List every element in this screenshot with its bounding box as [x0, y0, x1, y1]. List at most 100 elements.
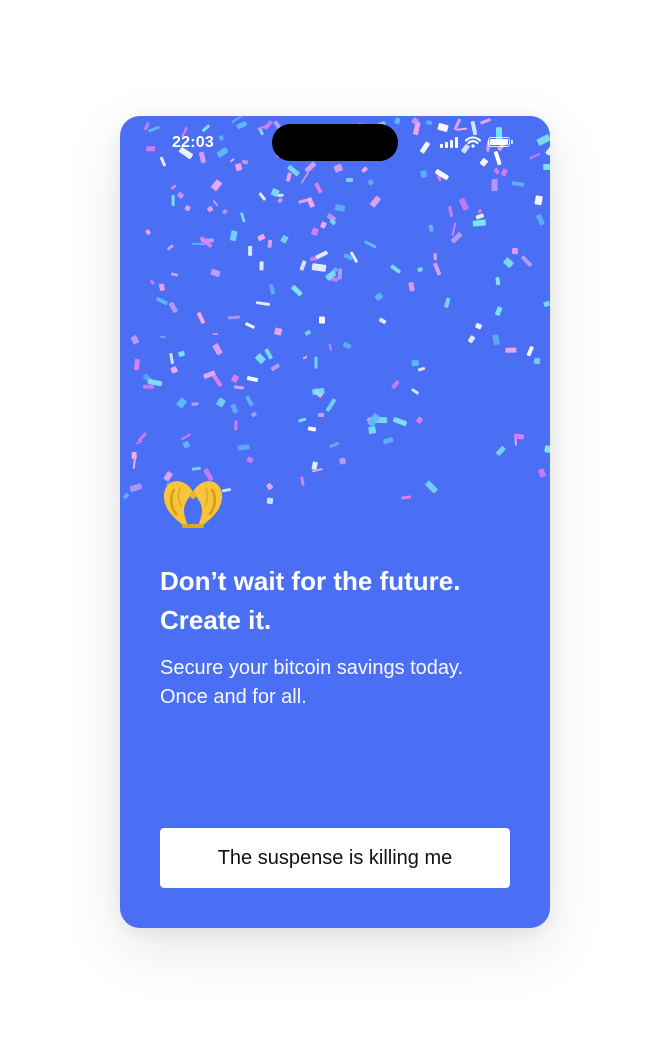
confetti-piece — [411, 359, 419, 367]
confetti-piece — [472, 219, 487, 227]
confetti-piece — [267, 239, 273, 249]
confetti-piece — [378, 317, 388, 326]
confetti-piece — [533, 357, 542, 366]
confetti-piece — [180, 433, 192, 442]
confetti-piece — [317, 412, 325, 418]
headline-line-1: Don’t wait for the future. — [160, 566, 461, 596]
confetti-piece — [248, 245, 253, 256]
confetti-piece — [230, 403, 239, 414]
confetti-piece — [513, 433, 525, 439]
confetti-piece — [246, 456, 254, 464]
confetti-piece — [138, 431, 148, 442]
confetti-piece — [326, 275, 339, 283]
confetti-piece — [447, 206, 453, 218]
confetti-piece — [494, 306, 503, 317]
confetti-piece — [227, 315, 240, 320]
confetti-piece — [336, 268, 342, 280]
confetti-piece — [349, 251, 359, 264]
wifi-icon — [465, 136, 481, 148]
confetti-piece — [206, 206, 214, 213]
confetti-piece — [417, 366, 426, 372]
dynamic-island — [272, 124, 398, 161]
headline-line-2: Create it. — [160, 605, 272, 635]
confetti-piece — [122, 491, 130, 500]
confetti-piece — [369, 195, 381, 208]
confetti-piece — [424, 479, 439, 494]
confetti-piece — [256, 301, 271, 307]
confetti-piece — [233, 385, 245, 390]
confetti-piece — [419, 169, 428, 178]
confetti-piece — [149, 279, 156, 286]
confetti-piece — [267, 497, 274, 504]
confetti-piece — [392, 417, 407, 427]
confetti-piece — [166, 244, 175, 251]
confetti-piece — [366, 178, 374, 186]
confetti-piece — [212, 199, 219, 207]
confetti-piece — [196, 311, 206, 325]
confetti-piece — [410, 387, 420, 395]
confetti-piece — [505, 348, 517, 354]
confetti-piece — [270, 362, 281, 371]
confetti-piece — [142, 373, 154, 384]
confetti-piece — [374, 292, 384, 302]
confetti-piece — [277, 193, 284, 198]
confetti-piece — [428, 224, 434, 233]
confetti-piece — [416, 266, 423, 273]
confetti-piece — [276, 197, 284, 205]
confetti-piece — [144, 229, 151, 236]
confetti-piece — [444, 297, 451, 309]
confetti-piece — [298, 197, 312, 204]
confetti-piece — [215, 397, 226, 408]
confetti-piece — [147, 379, 162, 387]
confetti-piece — [363, 240, 377, 249]
confetti-piece — [319, 316, 326, 324]
confetti-piece — [311, 227, 319, 236]
confetti-piece — [450, 221, 456, 236]
continue-button[interactable]: The suspense is killing me — [160, 828, 510, 888]
confetti-piece — [311, 262, 326, 272]
confetti-piece — [212, 333, 219, 336]
confetti-piece — [477, 208, 482, 214]
confetti-piece — [475, 212, 485, 220]
confetti-piece — [191, 466, 201, 471]
confetti-piece — [328, 343, 333, 351]
confetti-piece — [325, 397, 337, 412]
confetti-piece — [210, 179, 223, 191]
confetti-piece — [259, 260, 264, 271]
confetti-piece — [258, 191, 267, 201]
confetti-piece — [537, 467, 547, 478]
confetti-piece — [201, 239, 215, 243]
confetti-piece — [520, 255, 533, 268]
confetti-piece — [211, 343, 223, 356]
subtext-line-1: Secure your bitcoin savings today. — [160, 657, 464, 679]
confetti-piece — [400, 495, 412, 500]
confetti-piece — [329, 442, 340, 449]
confetti-piece — [313, 388, 325, 399]
confetti-piece — [304, 329, 312, 337]
confetti-piece — [279, 234, 289, 244]
confetti-piece — [511, 247, 519, 254]
status-icons — [440, 136, 513, 148]
confetti-piece — [368, 426, 376, 434]
confetti-piece — [382, 437, 395, 445]
confetti-piece — [458, 197, 469, 211]
confetti-piece — [308, 426, 317, 432]
confetti-piece — [339, 457, 347, 465]
confetti-piece — [325, 270, 337, 281]
confetti-piece — [231, 374, 240, 383]
heart-hands-emoji-icon — [163, 481, 223, 528]
confetti-piece — [407, 282, 415, 292]
confetti-piece — [244, 322, 256, 330]
confetti-piece — [533, 195, 543, 206]
confetti-piece — [513, 438, 517, 446]
confetti-piece — [170, 272, 179, 277]
confetti-layer — [120, 116, 550, 636]
headline: Don’t wait for the future. Create it. — [160, 562, 520, 640]
confetti-piece — [285, 172, 292, 183]
confetti-piece — [135, 439, 143, 445]
confetti-piece — [129, 483, 143, 493]
confetti-piece — [257, 233, 266, 241]
confetti-piece — [177, 350, 186, 358]
confetti-piece — [157, 283, 165, 292]
status-time: 22:03 — [172, 134, 214, 151]
